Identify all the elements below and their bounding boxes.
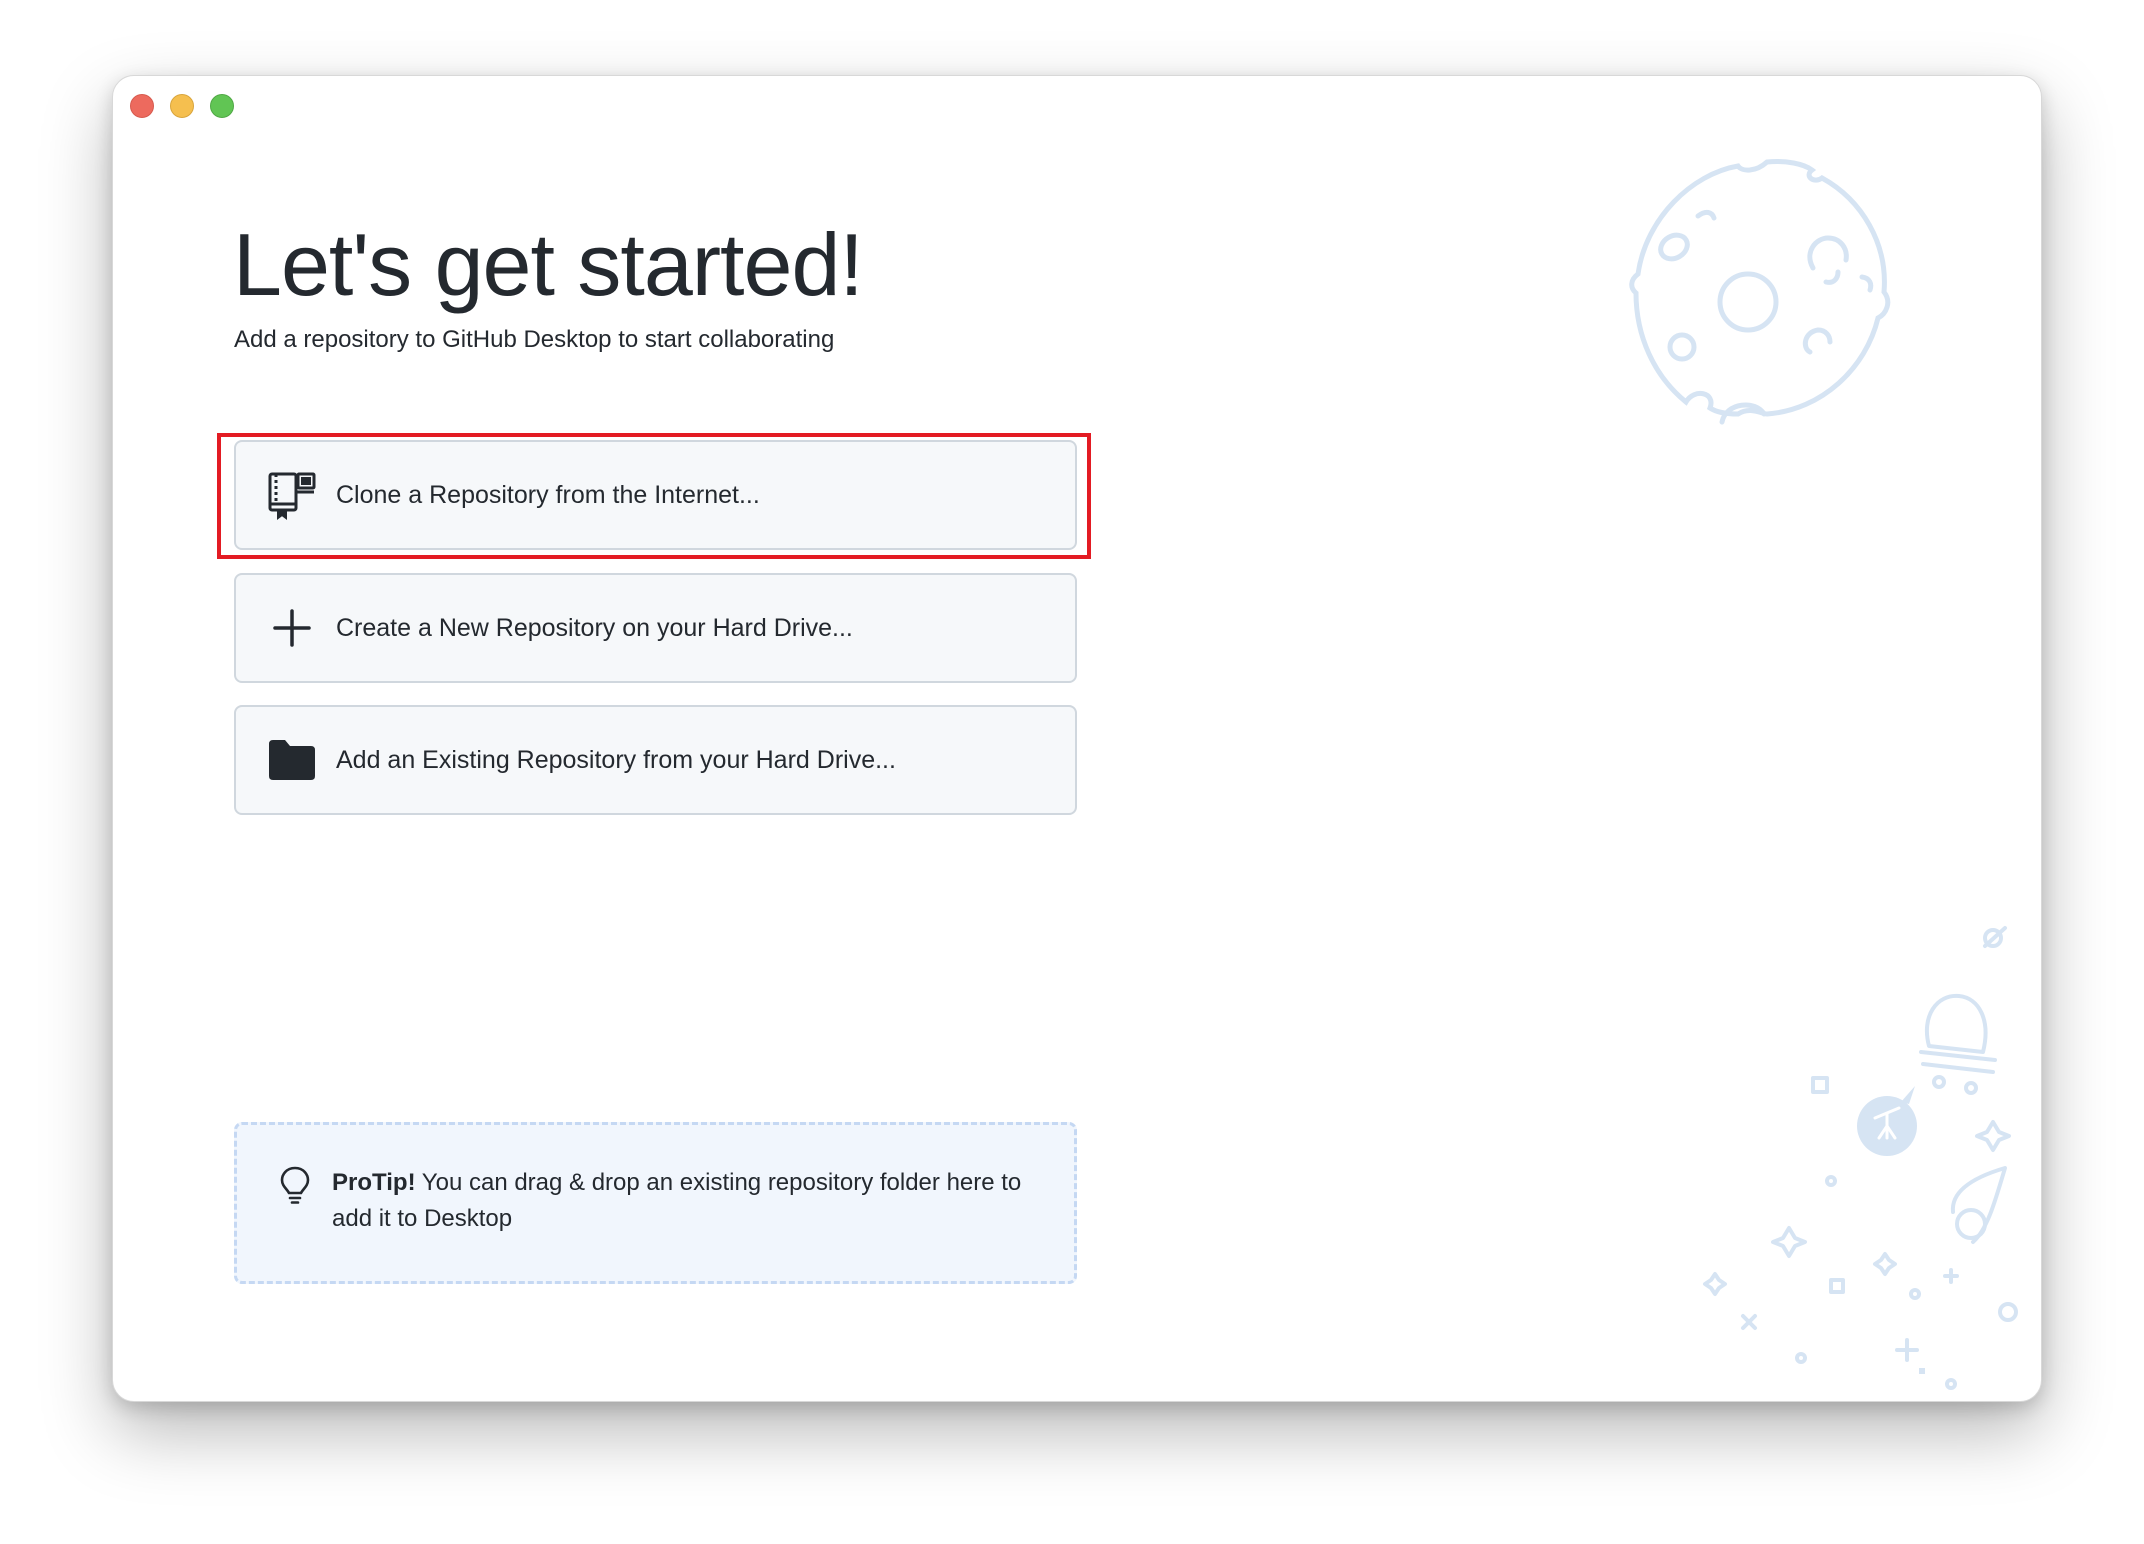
folder-icon (266, 734, 318, 786)
page-title: Let's get started! (233, 215, 864, 314)
app-window: Let's get started! Add a repository to G… (112, 75, 2042, 1402)
page-subtitle: Add a repository to GitHub Desktop to st… (234, 326, 835, 353)
space-illustration-bottom (1741, 1314, 1957, 1390)
screen: Let's get started! Add a repository to G… (0, 0, 2144, 1544)
moon-illustration (1629, 159, 1891, 425)
close-window-button[interactable] (130, 94, 154, 118)
add-existing-repository-button[interactable]: Add an Existing Repository from your Har… (234, 705, 1077, 815)
add-existing-repository-label: Add an Existing Repository from your Har… (336, 745, 896, 774)
create-repository-button[interactable]: Create a New Repository on your Hard Dri… (234, 573, 1077, 683)
clone-repository-button[interactable]: Clone a Repository from the Internet... (234, 440, 1077, 550)
protip-body: You can drag & drop an existing reposito… (332, 1169, 1022, 1232)
lightbulb-icon (277, 1165, 313, 1205)
window-controls (130, 94, 234, 118)
protip-heading: ProTip! (332, 1169, 416, 1196)
clone-repo-icon (266, 469, 318, 521)
clone-repository-label: Clone a Repository from the Internet... (336, 480, 760, 509)
create-repository-label: Create a New Repository on your Hard Dri… (336, 613, 853, 642)
minimize-window-button[interactable] (170, 94, 194, 118)
protip-box: ProTip! You can drag & drop an existing … (234, 1122, 1077, 1284)
zoom-window-button[interactable] (210, 94, 234, 118)
space-illustration (1703, 926, 2018, 1364)
plus-icon (266, 602, 318, 654)
protip-text: ProTip! You can drag & drop an existing … (332, 1165, 1032, 1237)
